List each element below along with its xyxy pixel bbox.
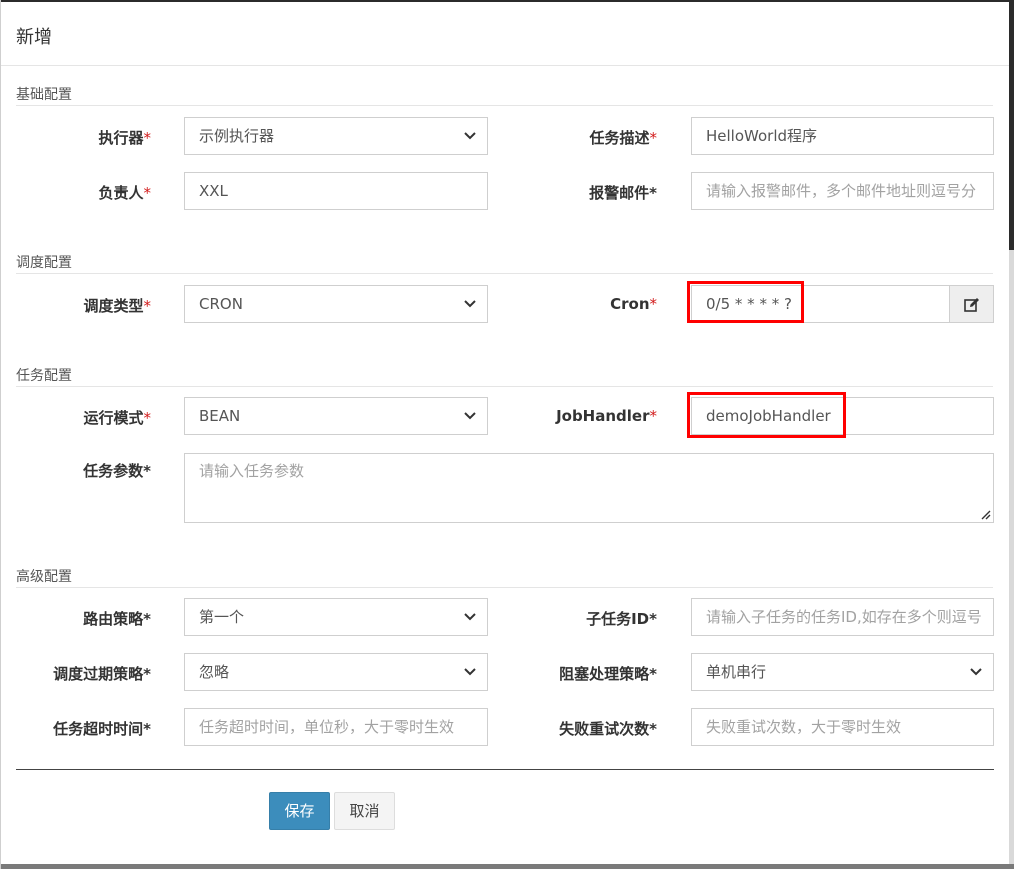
save-button[interactable]: 保存 xyxy=(269,792,330,830)
edit-icon xyxy=(964,298,979,312)
executor-select[interactable]: 示例执行器 xyxy=(184,117,488,155)
section-task-divider xyxy=(16,386,993,387)
run-mode-select[interactable]: BEAN xyxy=(184,397,488,435)
route-strategy-label: 路由策略* xyxy=(83,610,151,628)
window-edge-left xyxy=(0,0,1,869)
retry-count-label: 失败重试次数* xyxy=(559,720,657,738)
block-strategy-label: 阻塞处理策略* xyxy=(559,665,657,683)
title-divider xyxy=(1,65,1009,66)
alarm-email-placeholder: 请输入报警邮件，多个邮件地址则逗号分 xyxy=(706,182,977,200)
required-star: * xyxy=(143,129,152,147)
section-basic-divider xyxy=(16,105,993,106)
required-star: * xyxy=(143,665,151,683)
schedule-type-label: 调度类型* xyxy=(83,297,152,315)
task-desc-input[interactable]: HelloWorld程序 xyxy=(691,117,994,155)
task-desc-label: 任务描述* xyxy=(589,129,658,147)
task-desc-value: HelloWorld程序 xyxy=(706,127,818,145)
alarm-email-input[interactable]: 请输入报警邮件，多个邮件地址则逗号分 xyxy=(691,172,994,210)
executor-label: 执行器* xyxy=(98,129,152,147)
section-schedule-divider xyxy=(16,273,993,274)
child-job-id-placeholder: 请输入子任务的任务ID,如存在多个则逗号 xyxy=(706,608,982,626)
job-handler-label: JobHandler* xyxy=(556,407,657,425)
retry-count-placeholder: 失败重试次数，大于零时生效 xyxy=(706,718,902,736)
job-handler-input[interactable]: demoJobHandler xyxy=(691,397,994,435)
schedule-type-select[interactable]: CRON xyxy=(184,285,488,323)
section-task: 任务配置 xyxy=(16,365,993,387)
required-star: * xyxy=(649,129,658,147)
section-advanced-divider xyxy=(16,587,993,588)
required-star: * xyxy=(143,184,152,202)
section-advanced-title: 高级配置 xyxy=(16,569,72,585)
run-mode-value: BEAN xyxy=(199,407,241,425)
misfire-strategy-value: 忽略 xyxy=(199,663,230,681)
required-star: * xyxy=(649,295,658,313)
cron-label: Cron* xyxy=(610,295,657,313)
cron-editor-button[interactable] xyxy=(949,285,994,323)
owner-value: XXL xyxy=(199,182,228,200)
required-star: * xyxy=(143,297,152,315)
run-mode-label: 运行模式* xyxy=(83,409,152,427)
section-task-title: 任务配置 xyxy=(16,368,72,384)
child-job-id-label: 子任务ID* xyxy=(586,610,657,628)
task-param-placeholder: 请输入任务参数 xyxy=(199,462,305,480)
misfire-strategy-select[interactable]: 忽略 xyxy=(184,653,488,691)
dialog: 新增 基础配置 执行器* 示例执行器 任务描述* HelloWorld程序 负责… xyxy=(0,0,1014,869)
job-handler-value: demoJobHandler xyxy=(706,407,831,425)
cron-value: 0/5 * * * * ? xyxy=(706,295,792,313)
required-star: * xyxy=(143,720,151,738)
section-basic-title: 基础配置 xyxy=(16,87,72,103)
required-star: * xyxy=(143,409,152,427)
task-param-textarea[interactable]: 请输入任务参数 xyxy=(184,453,994,523)
window-edge-right xyxy=(1009,0,1014,869)
required-star: * xyxy=(143,610,151,628)
chevron-down-icon xyxy=(464,300,476,308)
chevron-down-icon xyxy=(464,132,476,140)
chevron-down-icon xyxy=(464,668,476,676)
owner-label: 负责人* xyxy=(98,184,152,202)
section-advanced: 高级配置 xyxy=(16,566,993,588)
window-edge-bottom xyxy=(0,864,1014,869)
timeout-label: 任务超时时间* xyxy=(53,720,151,738)
required-star: * xyxy=(649,665,657,683)
block-strategy-value: 单机串行 xyxy=(706,663,767,681)
section-schedule-title: 调度配置 xyxy=(16,255,72,271)
route-strategy-value: 第一个 xyxy=(199,608,245,626)
child-job-id-input[interactable]: 请输入子任务的任务ID,如存在多个则逗号 xyxy=(691,598,994,636)
schedule-type-value: CRON xyxy=(199,295,243,313)
owner-input[interactable]: XXL xyxy=(184,172,488,210)
required-star: * xyxy=(649,184,657,202)
section-basic: 基础配置 xyxy=(16,84,993,106)
section-schedule: 调度配置 xyxy=(16,252,993,274)
resize-handle-icon[interactable] xyxy=(979,508,991,520)
timeout-placeholder: 任务超时时间，单位秒，大于零时生效 xyxy=(199,718,455,736)
misfire-strategy-label: 调度过期策略* xyxy=(53,665,151,683)
timeout-input[interactable]: 任务超时时间，单位秒，大于零时生效 xyxy=(184,708,488,746)
block-strategy-select[interactable]: 单机串行 xyxy=(691,653,994,691)
chevron-down-icon xyxy=(464,613,476,621)
required-star: * xyxy=(649,407,658,425)
window-edge-top xyxy=(0,0,1014,2)
footer-divider xyxy=(16,769,994,770)
route-strategy-select[interactable]: 第一个 xyxy=(184,598,488,636)
cron-input[interactable]: 0/5 * * * * ? xyxy=(691,285,950,323)
required-star: * xyxy=(649,610,657,628)
executor-value: 示例执行器 xyxy=(199,127,275,145)
cancel-button[interactable]: 取消 xyxy=(334,792,395,830)
chevron-down-icon xyxy=(970,668,982,676)
dialog-title: 新增 xyxy=(16,27,52,48)
retry-count-input[interactable]: 失败重试次数，大于零时生效 xyxy=(691,708,994,746)
chevron-down-icon xyxy=(464,412,476,420)
required-star: * xyxy=(649,720,657,738)
alarm-email-label: 报警邮件* xyxy=(589,184,657,202)
task-param-label: 任务参数* xyxy=(83,462,151,480)
required-star: * xyxy=(143,462,151,480)
